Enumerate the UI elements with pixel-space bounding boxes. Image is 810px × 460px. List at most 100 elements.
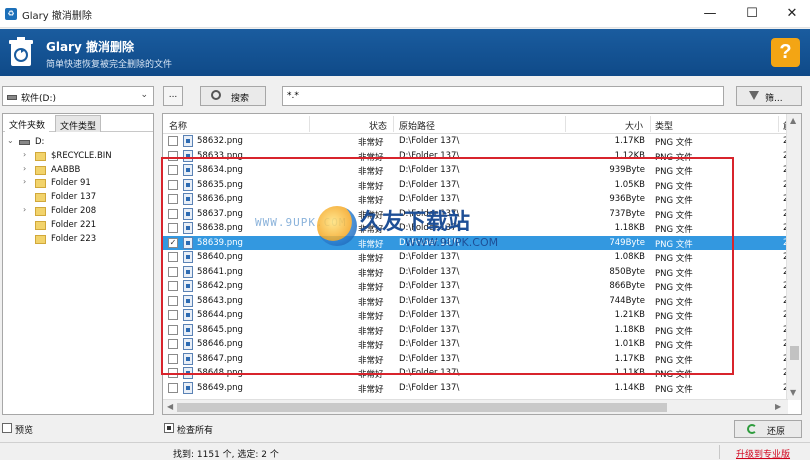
expand-toggle-icon[interactable]: › <box>23 164 31 173</box>
check-all-checkbox[interactable] <box>164 423 174 433</box>
folder-icon <box>35 151 46 161</box>
table-row[interactable]: 58638.png非常好D:\Folder 137\1.18KBPNG 文件2 <box>163 221 788 236</box>
file-size-cell: 749Byte <box>609 237 645 248</box>
row-checkbox[interactable] <box>168 339 178 349</box>
close-button[interactable]: ✕ <box>774 4 810 24</box>
row-checkbox[interactable] <box>168 179 178 190</box>
row-checkbox[interactable] <box>168 295 178 306</box>
file-path-cell: D:\Folder 137\ <box>399 179 460 190</box>
expand-toggle-icon[interactable]: › <box>23 177 31 186</box>
file-state-cell: 非常好 <box>358 254 384 264</box>
file-path-cell: D:\Folder 137\ <box>399 266 460 277</box>
file-size-cell: 1.17KB <box>614 136 645 146</box>
table-row[interactable]: 58632.png非常好D:\Folder 137\1.17KBPNG 文件2 <box>163 134 788 149</box>
browse-button[interactable]: ... <box>163 86 183 106</box>
row-checkbox[interactable] <box>168 382 178 393</box>
restore-button[interactable]: 还原 <box>734 420 802 438</box>
horizontal-scroll-thumb[interactable] <box>177 403 667 412</box>
scroll-up-icon[interactable]: ▲ <box>790 116 796 125</box>
row-checkbox[interactable] <box>168 223 178 233</box>
search-button[interactable]: 搜索 <box>200 86 266 106</box>
table-row[interactable]: 58647.png非常好D:\Folder 137\1.17KBPNG 文件2 <box>163 352 788 367</box>
tab-folder-tree[interactable]: 文件夹数 <box>5 115 50 132</box>
row-checkbox[interactable] <box>168 252 178 262</box>
vertical-scrollbar[interactable]: ▲ ▼ <box>786 114 801 400</box>
column-type[interactable]: 类型 <box>655 119 673 132</box>
row-checkbox[interactable] <box>168 353 178 364</box>
table-row[interactable]: 58646.png非常好D:\Folder 137\1.01KBPNG 文件2 <box>163 337 788 352</box>
drive-select-label: 软件(D:) <box>21 94 56 104</box>
file-size-cell: 939Byte <box>609 165 645 175</box>
table-row[interactable]: 58641.png非常好D:\Folder 137\850BytePNG 文件2 <box>163 265 788 280</box>
file-path-cell: D:\Folder 137\ <box>399 150 460 161</box>
column-size[interactable]: 大小 <box>625 119 643 132</box>
file-state-cell: 非常好 <box>358 239 384 250</box>
table-row[interactable]: 58633.png非常好D:\Folder 137\1.12KBPNG 文件2 <box>163 149 788 164</box>
file-state-cell: 非常好 <box>358 138 384 148</box>
table-row[interactable]: 58640.png非常好D:\Folder 137\1.08KBPNG 文件2 <box>163 250 788 265</box>
file-path-cell: D:\Folder 137\ <box>399 339 460 349</box>
folder-icon <box>35 207 46 216</box>
row-checkbox[interactable]: ✓ <box>168 237 178 248</box>
help-button[interactable]: ? <box>771 38 800 67</box>
funnel-icon <box>749 91 759 100</box>
minimize-button[interactable]: — <box>692 4 728 24</box>
expand-toggle-icon[interactable]: › <box>23 205 31 214</box>
file-size-cell: 744Byte <box>609 295 645 306</box>
scroll-right-icon[interactable]: ▶ <box>775 402 781 411</box>
expand-toggle-icon[interactable]: › <box>23 150 31 159</box>
row-checkbox[interactable] <box>168 324 178 335</box>
scroll-down-icon[interactable]: ▼ <box>790 388 796 397</box>
preview-label: 预览 <box>15 426 34 436</box>
row-checkbox[interactable] <box>168 368 178 378</box>
file-path-cell: D:\Folder 137\ <box>399 136 460 146</box>
folder-icon <box>35 179 46 189</box>
horizontal-scrollbar[interactable]: ◀ ▶ <box>163 399 788 414</box>
file-type-cell: PNG 文件 <box>655 297 693 308</box>
file-state-cell: 非常好 <box>358 167 384 177</box>
row-checkbox[interactable] <box>168 208 178 219</box>
vertical-scroll-thumb[interactable] <box>790 346 799 360</box>
file-path-cell: D:\Folder 137\ <box>399 194 460 204</box>
row-checkbox[interactable] <box>168 266 178 277</box>
tab-file-type[interactable]: 文件类型 <box>55 115 102 132</box>
table-row[interactable]: 58648.png非常好D:\Folder 137\1.11KBPNG 文件2 <box>163 366 788 381</box>
table-row[interactable]: 58634.png非常好D:\Folder 137\939BytePNG 文件2 <box>163 163 788 178</box>
file-state-cell: 非常好 <box>358 268 384 279</box>
file-path-cell: D:\Folder 137\ <box>399 252 460 262</box>
filter-button[interactable]: 筛... <box>736 86 802 106</box>
table-row[interactable]: 58643.png非常好D:\Folder 137\744BytePNG 文件2 <box>163 294 788 309</box>
upgrade-link[interactable]: 升级到专业版 <box>736 447 790 460</box>
row-checkbox[interactable] <box>168 150 178 161</box>
file-pattern-input[interactable] <box>282 86 724 106</box>
scroll-left-icon[interactable]: ◀ <box>167 402 173 411</box>
table-row[interactable]: 58642.png非常好D:\Folder 137\866BytePNG 文件2 <box>163 279 788 294</box>
table-row[interactable]: 58645.png非常好D:\Folder 137\1.18KBPNG 文件2 <box>163 323 788 338</box>
row-checkbox[interactable] <box>168 136 178 146</box>
drive-icon <box>7 95 17 100</box>
table-row[interactable]: 58649.png非常好D:\Folder 137\1.14KBPNG 文件2 <box>163 381 788 396</box>
table-row[interactable]: 58637.png非常好D:\Folder 137\737BytePNG 文件2 <box>163 207 788 222</box>
image-file-icon <box>183 251 193 263</box>
expand-toggle-icon[interactable]: ⌄ <box>7 136 15 145</box>
row-checkbox[interactable] <box>168 281 178 291</box>
row-checkbox[interactable] <box>168 310 178 320</box>
drive-select[interactable]: 软件(D:) ⌄ <box>2 86 154 106</box>
table-row[interactable]: ✓ 58639.png 非常好 D:\Folder 137\ 749Byte PNG 文件… <box>163 235 788 250</box>
header-banner: Glary 撤消删除 简单快速恢复被完全删除的文件 ? <box>0 29 810 76</box>
column-name[interactable]: 名称 <box>169 119 187 132</box>
file-state-cell: 非常好 <box>358 370 384 380</box>
table-row[interactable]: 58636.png非常好D:\Folder 137\936BytePNG 文件2 <box>163 192 788 207</box>
row-checkbox[interactable] <box>168 165 178 175</box>
bottom-bar: 预览 检查所有 还原 <box>0 418 810 440</box>
preview-checkbox[interactable] <box>2 423 12 433</box>
maximize-button[interactable]: ☐ <box>734 4 770 24</box>
file-size-cell: 866Byte <box>609 281 645 291</box>
file-path-cell: D:\Folder 137\ <box>399 353 460 364</box>
app-icon: ♻ <box>5 8 17 20</box>
row-checkbox[interactable] <box>168 194 178 204</box>
column-path[interactable]: 原始路径 <box>399 119 435 132</box>
table-row[interactable]: 58644.png非常好D:\Folder 137\1.21KBPNG 文件2 <box>163 308 788 323</box>
column-state[interactable]: 状态 <box>369 119 387 132</box>
table-row[interactable]: 58635.png非常好D:\Folder 137\1.05KBPNG 文件2 <box>163 178 788 193</box>
